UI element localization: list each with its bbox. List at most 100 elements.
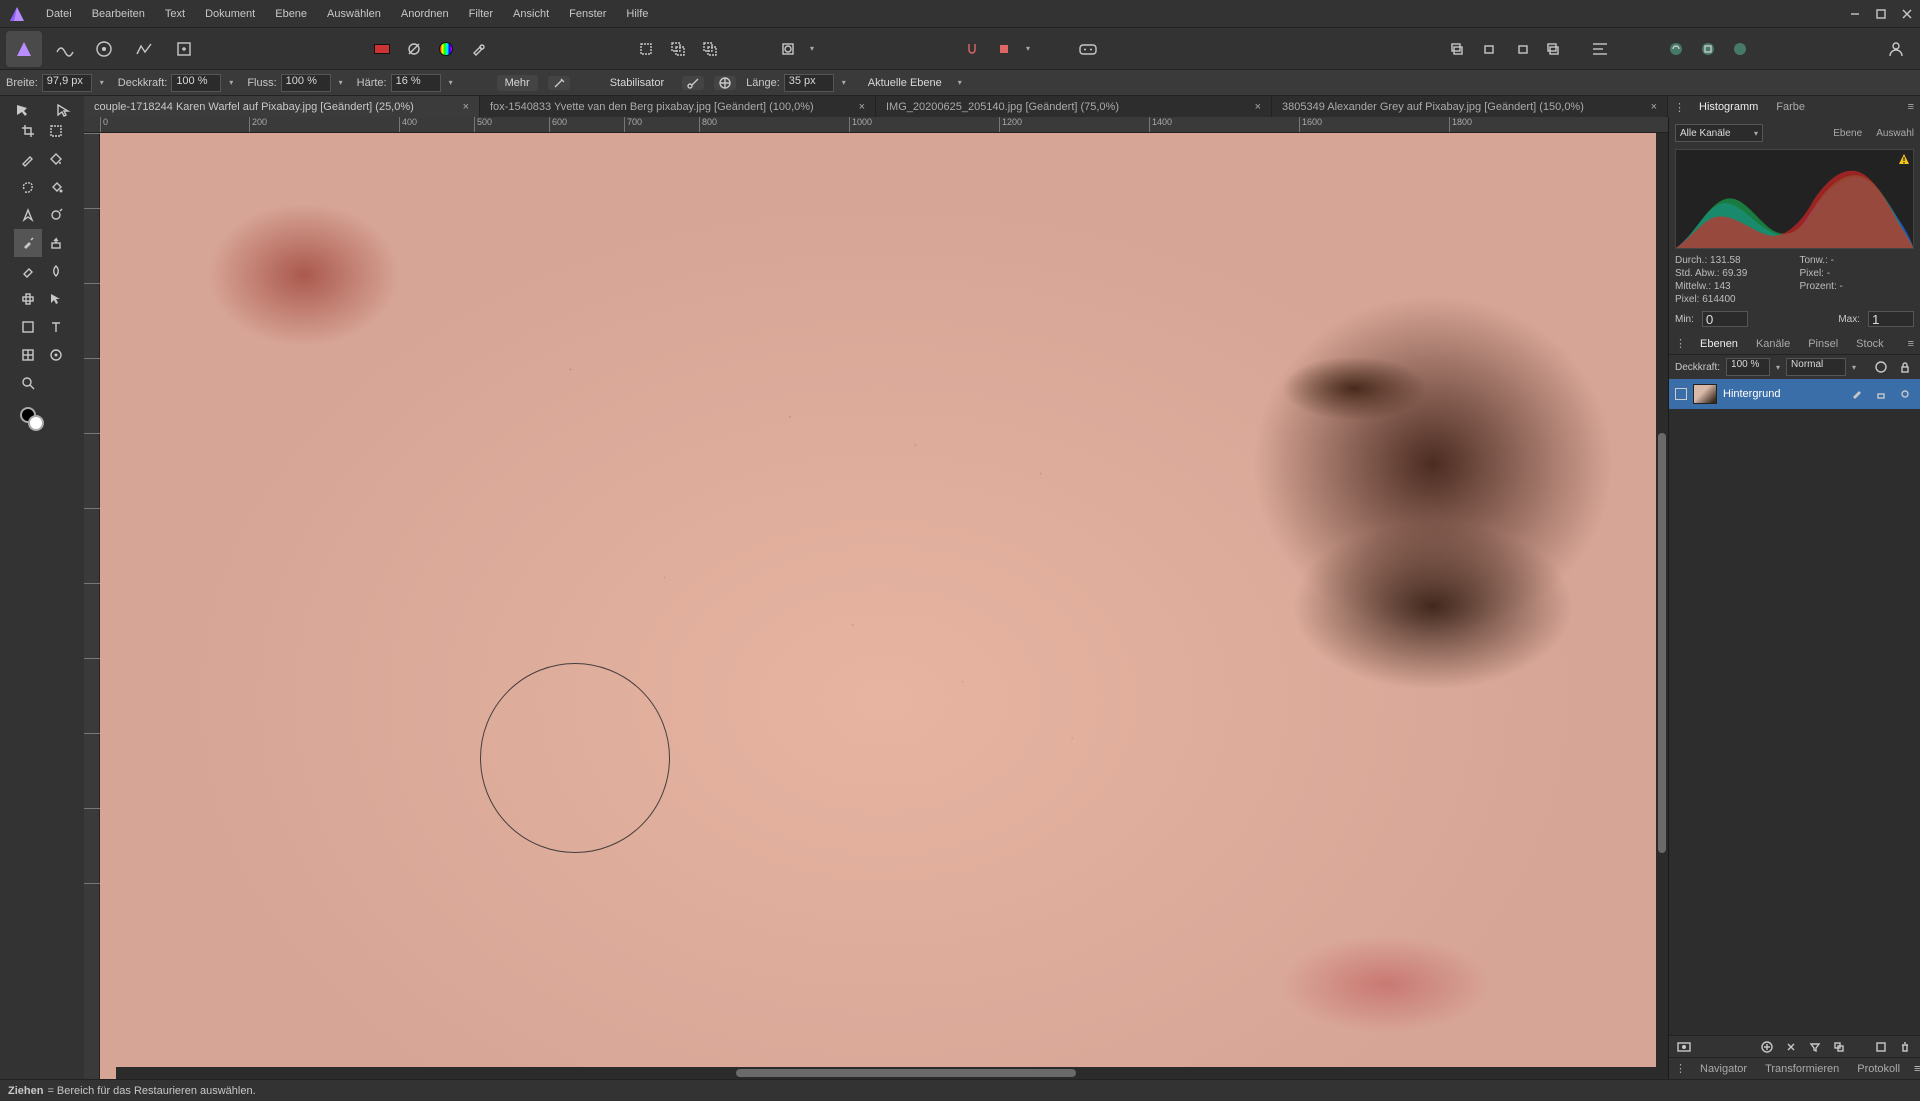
add-adjustment-btn[interactable]: [1758, 1038, 1776, 1056]
close-icon[interactable]: ×: [1643, 101, 1657, 113]
color-chooser[interactable]: [432, 35, 460, 63]
menu-bearbeiten[interactable]: Bearbeiten: [82, 0, 155, 28]
layer-lock-icon[interactable]: [1872, 385, 1890, 403]
proof-icon[interactable]: [400, 35, 428, 63]
menu-hilfe[interactable]: Hilfe: [616, 0, 658, 28]
doc-tab-0[interactable]: couple-1718244 Karen Warfel auf Pixabay.…: [84, 96, 480, 117]
scope-ebene[interactable]: Ebene: [1833, 128, 1862, 139]
sync-b[interactable]: [1694, 35, 1722, 63]
persona-tone-mapping[interactable]: [126, 31, 162, 67]
hardness-input[interactable]: 16 %: [391, 74, 441, 92]
zoom-tool[interactable]: [14, 369, 42, 397]
max-input[interactable]: [1868, 311, 1914, 327]
layer-edit-icon[interactable]: [1848, 385, 1866, 403]
align-menu[interactable]: [1586, 35, 1614, 63]
width-drop[interactable]: [96, 74, 108, 92]
menu-ansicht[interactable]: Ansicht: [503, 0, 559, 28]
layer-name[interactable]: Hintergrund: [1723, 388, 1842, 400]
close-icon[interactable]: ×: [851, 101, 865, 113]
sync-a[interactable]: [1662, 35, 1690, 63]
tab-pinsel[interactable]: Pinsel: [1804, 338, 1842, 350]
layer-item[interactable]: Hintergrund: [1669, 379, 1920, 409]
new-pixel-layer-btn[interactable]: [1872, 1038, 1890, 1056]
text-tool[interactable]: [42, 313, 70, 341]
inpainting-tool[interactable]: [14, 229, 42, 257]
stabilizer-mode-rope[interactable]: [682, 76, 704, 90]
persona-export[interactable]: [166, 31, 202, 67]
hardness-drop[interactable]: [445, 74, 457, 92]
panel-menu-icon[interactable]: ≡: [1914, 1063, 1920, 1075]
marquee-tool[interactable]: [42, 117, 70, 145]
close-icon[interactable]: ×: [455, 101, 469, 113]
layer-opacity-input[interactable]: 100 %: [1726, 358, 1770, 376]
color-format[interactable]: [368, 35, 396, 63]
snap-options[interactable]: [990, 35, 1018, 63]
blend-mode-select[interactable]: Normal: [1786, 358, 1846, 376]
mesh-tool[interactable]: [14, 341, 42, 369]
flow-drop[interactable]: [335, 74, 347, 92]
scope-auswahl[interactable]: Auswahl: [1876, 128, 1914, 139]
pen-tool[interactable]: [14, 201, 42, 229]
layer-visibility[interactable]: [1675, 388, 1687, 400]
opacity-input[interactable]: 100 %: [171, 74, 221, 92]
scrollbar-vertical[interactable]: [1656, 133, 1668, 1067]
menu-anordnen[interactable]: Anordnen: [391, 0, 459, 28]
color-swatches[interactable]: [14, 405, 50, 441]
width-input[interactable]: 97,9 px: [42, 74, 92, 92]
tab-navigator[interactable]: Navigator: [1696, 1063, 1751, 1075]
panel-menu-icon[interactable]: ≡: [1908, 338, 1914, 350]
persona-develop[interactable]: [86, 31, 122, 67]
window-close[interactable]: [1894, 0, 1920, 28]
window-maximize[interactable]: [1868, 0, 1894, 28]
flood-select-tool[interactable]: [42, 145, 70, 173]
length-input[interactable]: 35 px: [784, 74, 834, 92]
persona-liquify[interactable]: [46, 31, 82, 67]
tab-farbe[interactable]: Farbe: [1772, 101, 1809, 113]
layer-vis-icon[interactable]: [1896, 385, 1914, 403]
tab-histogramm[interactable]: Histogramm: [1695, 101, 1762, 113]
layer-opacity-drop[interactable]: [1776, 362, 1780, 373]
arrange-front[interactable]: [1540, 35, 1568, 63]
menu-fenster[interactable]: Fenster: [559, 0, 616, 28]
layer-mask-btn[interactable]: [1675, 1038, 1693, 1056]
menu-ebene[interactable]: Ebene: [265, 0, 317, 28]
delete-layer-btn[interactable]: [1896, 1038, 1914, 1056]
menu-auswaehlen[interactable]: Auswählen: [317, 0, 391, 28]
select-subtract[interactable]: [696, 35, 724, 63]
add-live-filter-btn[interactable]: [1806, 1038, 1824, 1056]
blend-mode-drop[interactable]: [1852, 362, 1856, 373]
quickmask-drop[interactable]: [806, 40, 818, 58]
stabilizer-mode-window[interactable]: [714, 76, 736, 90]
fx-icon[interactable]: [1872, 358, 1890, 376]
node-tool[interactable]: [42, 285, 70, 313]
tab-stock[interactable]: Stock: [1852, 338, 1888, 350]
color-picker-icon[interactable]: [464, 35, 492, 63]
quickmask[interactable]: [774, 35, 802, 63]
arrange-backward[interactable]: [1476, 35, 1504, 63]
fill-tool[interactable]: [42, 173, 70, 201]
healing-tool[interactable]: [14, 285, 42, 313]
account-icon[interactable]: [1882, 35, 1910, 63]
length-drop[interactable]: [838, 74, 850, 92]
dodge-tool[interactable]: [42, 201, 70, 229]
freehand-select-tool[interactable]: [14, 173, 42, 201]
add-group-btn[interactable]: [1830, 1038, 1848, 1056]
current-layer-drop[interactable]: [954, 74, 966, 92]
menu-datei[interactable]: Datei: [36, 0, 82, 28]
sync-c[interactable]: [1726, 35, 1754, 63]
opacity-drop[interactable]: [225, 74, 237, 92]
min-input[interactable]: [1702, 311, 1748, 327]
layer-list[interactable]: Hintergrund: [1669, 379, 1920, 1035]
doc-tab-2[interactable]: IMG_20200625_205140.jpg [Geändert] (75,0…: [876, 96, 1272, 117]
paintbrush-tool[interactable]: [14, 145, 42, 173]
smudge-tool[interactable]: [42, 257, 70, 285]
window-minimize[interactable]: [1842, 0, 1868, 28]
menu-dokument[interactable]: Dokument: [195, 0, 265, 28]
menu-text[interactable]: Text: [155, 0, 195, 28]
menu-filter[interactable]: Filter: [459, 0, 503, 28]
current-layer-button[interactable]: Aktuelle Ebene: [860, 75, 950, 91]
close-icon[interactable]: ×: [1247, 101, 1261, 113]
crop-tool[interactable]: [14, 117, 42, 145]
lock-icon[interactable]: [1896, 358, 1914, 376]
panel-menu-icon[interactable]: ≡: [1908, 101, 1914, 113]
